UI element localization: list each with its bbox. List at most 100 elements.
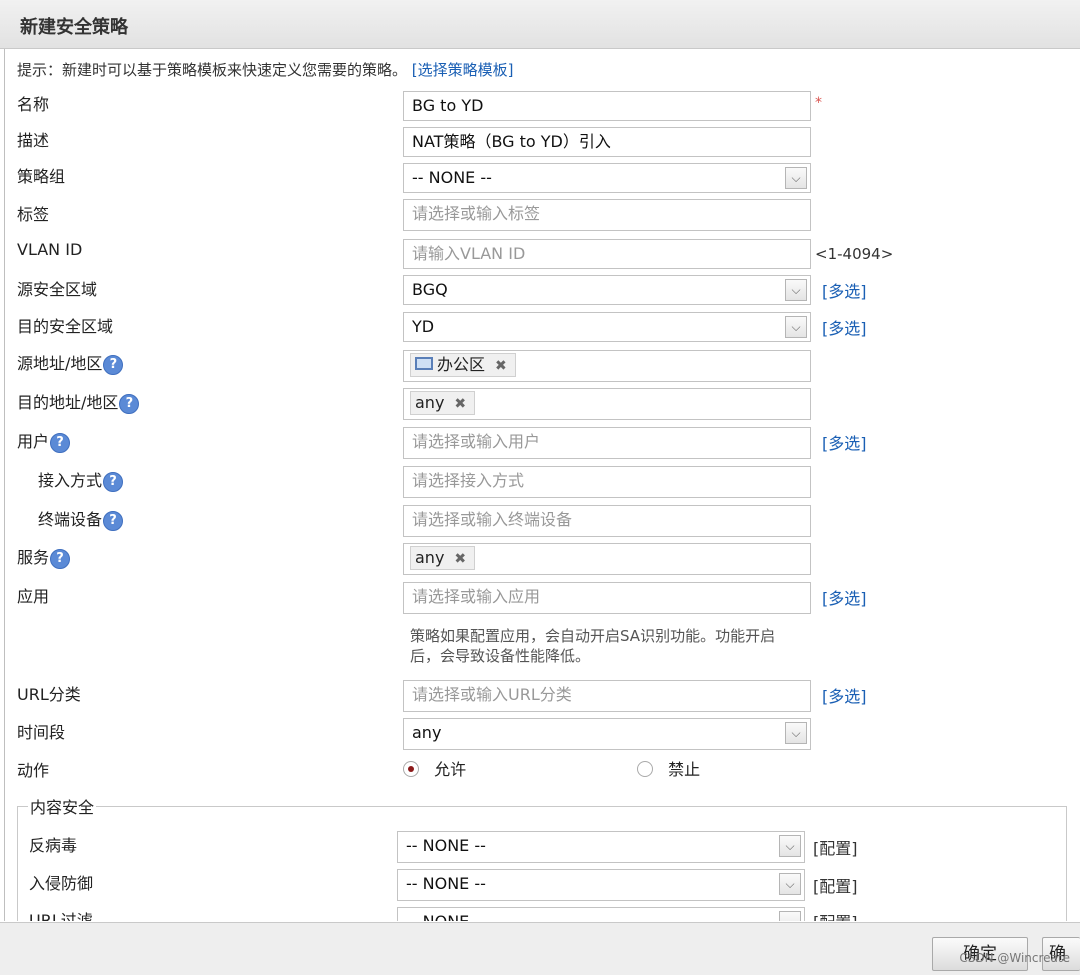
terminal-device-label: 终端设备 bbox=[38, 510, 103, 529]
service-input[interactable]: any ✖ bbox=[403, 543, 811, 575]
src-zone-value: BGQ bbox=[412, 280, 448, 299]
chevron-down-icon[interactable]: ⌵ bbox=[779, 911, 801, 921]
access-method-input[interactable]: 请选择接入方式 bbox=[403, 466, 811, 498]
application-label: 应用 bbox=[17, 587, 50, 606]
url-category-multi-link[interactable]: [多选] bbox=[822, 683, 867, 707]
help-icon[interactable]: ? bbox=[50, 548, 71, 569]
application-multi-link[interactable]: [多选] bbox=[822, 585, 867, 609]
url-category-label: URL分类 bbox=[17, 685, 81, 704]
help-icon[interactable]: ? bbox=[50, 432, 71, 453]
terminal-device-input[interactable]: 请选择或输入终端设备 bbox=[403, 505, 811, 537]
user-multi-link[interactable]: [多选] bbox=[822, 430, 867, 454]
deny-radio[interactable] bbox=[637, 760, 653, 777]
src-zone-select[interactable]: BGQ ⌵ bbox=[403, 275, 811, 305]
src-addr-label-row: 源地址/地区? bbox=[17, 350, 124, 375]
help-icon[interactable]: ? bbox=[119, 393, 140, 414]
application-note-line1: 策略如果配置应用，会自动开启SA识别功能。功能开启 bbox=[410, 627, 776, 645]
service-tag-label: any bbox=[415, 548, 445, 567]
time-range-select[interactable]: any ⌵ bbox=[403, 718, 811, 750]
watermark: CSDN @Wincreate bbox=[959, 951, 1070, 965]
remove-tag-icon[interactable]: ✖ bbox=[454, 551, 466, 567]
application-input[interactable]: 请选择或输入应用 bbox=[403, 582, 811, 614]
chevron-down-icon[interactable]: ⌵ bbox=[785, 279, 807, 301]
dst-zone-select[interactable]: YD ⌵ bbox=[403, 312, 811, 342]
chevron-down-icon[interactable]: ⌵ bbox=[779, 835, 801, 857]
policy-group-value: -- NONE -- bbox=[412, 168, 492, 187]
vlan-range: <1-4094> bbox=[815, 245, 894, 263]
ips-label: 入侵防御 bbox=[29, 874, 94, 893]
src-addr-tag-label: 办公区 bbox=[437, 355, 486, 374]
help-icon[interactable]: ? bbox=[103, 471, 124, 492]
time-range-value: any bbox=[412, 723, 442, 742]
application-note: 策略如果配置应用，会自动开启SA识别功能。功能开启 后，会导致设备性能降低。 bbox=[410, 626, 830, 666]
antivirus-config-link[interactable]: [配置] bbox=[813, 835, 858, 859]
ips-select[interactable]: -- NONE -- ⌵ bbox=[397, 869, 805, 901]
user-input[interactable]: 请选择或输入用户 bbox=[403, 427, 811, 459]
antivirus-select[interactable]: -- NONE -- ⌵ bbox=[397, 831, 805, 863]
service-label: 服务 bbox=[17, 548, 50, 567]
required-mark: * bbox=[815, 95, 822, 111]
help-icon[interactable]: ? bbox=[103, 354, 124, 375]
terminal-device-label-row: 终端设备? bbox=[38, 506, 124, 531]
action-label: 动作 bbox=[17, 761, 50, 780]
policy-group-select[interactable]: -- NONE -- ⌵ bbox=[403, 163, 811, 193]
select-template-link[interactable]: [选择策略模板] bbox=[412, 61, 514, 79]
url-category-input[interactable]: 请选择或输入URL分类 bbox=[403, 680, 811, 712]
src-addr-input[interactable]: 办公区 ✖ bbox=[403, 350, 811, 382]
action-deny-option[interactable]: 禁止 bbox=[637, 756, 700, 780]
help-icon[interactable]: ? bbox=[103, 510, 124, 531]
src-zone-label: 源安全区域 bbox=[17, 280, 98, 299]
time-range-label: 时间段 bbox=[17, 723, 66, 742]
dst-addr-input[interactable]: any ✖ bbox=[403, 388, 811, 420]
ips-value: -- NONE -- bbox=[406, 874, 486, 893]
dialog-titlebar: 新建安全策略 bbox=[0, 0, 1080, 49]
description-input[interactable]: NAT策略（BG to YD）引入 bbox=[403, 127, 811, 157]
url-filter-value: -- NONE -- bbox=[406, 912, 486, 921]
service-tag: any ✖ bbox=[410, 546, 476, 570]
policy-group-label: 策略组 bbox=[17, 167, 66, 186]
hint-line: 提示：新建时可以基于策略模板来快速定义您需要的策略。 [选择策略模板] bbox=[17, 59, 514, 80]
dialog-content: 提示：新建时可以基于策略模板来快速定义您需要的策略。 [选择策略模板] 名称 B… bbox=[4, 49, 1080, 921]
dst-addr-label: 目的地址/地区 bbox=[17, 393, 119, 412]
allow-radio[interactable] bbox=[403, 760, 419, 777]
antivirus-value: -- NONE -- bbox=[406, 836, 486, 855]
allow-label: 允许 bbox=[434, 760, 467, 779]
dst-zone-value: YD bbox=[412, 317, 435, 336]
dst-addr-tag: any ✖ bbox=[410, 391, 476, 415]
dst-addr-tag-label: any bbox=[415, 393, 445, 412]
chevron-down-icon[interactable]: ⌵ bbox=[785, 722, 807, 744]
description-label: 描述 bbox=[17, 131, 50, 150]
remove-tag-icon[interactable]: ✖ bbox=[495, 358, 507, 374]
ips-config-link[interactable]: [配置] bbox=[813, 873, 858, 897]
dialog-footer: 确定 确定 CSDN @Wincreate bbox=[0, 922, 1080, 975]
vlan-label: VLAN ID bbox=[17, 240, 83, 259]
url-filter-config-link[interactable]: [配置] bbox=[813, 909, 858, 921]
service-label-row: 服务? bbox=[17, 544, 71, 569]
chevron-down-icon[interactable]: ⌵ bbox=[785, 167, 807, 189]
vlan-input[interactable]: 请输入VLAN ID bbox=[403, 239, 811, 269]
url-filter-select[interactable]: -- NONE -- ⌵ bbox=[397, 907, 805, 921]
src-zone-multi-link[interactable]: [多选] bbox=[822, 278, 867, 302]
access-method-label-row: 接入方式? bbox=[38, 467, 124, 492]
dst-addr-label-row: 目的地址/地区? bbox=[17, 389, 140, 414]
access-method-label: 接入方式 bbox=[38, 471, 103, 490]
url-filter-label: URL过滤 bbox=[29, 911, 93, 921]
application-note-line2: 后，会导致设备性能降低。 bbox=[410, 647, 591, 665]
user-label: 用户 bbox=[17, 432, 50, 451]
dst-zone-label: 目的安全区域 bbox=[17, 317, 114, 336]
pc-icon bbox=[415, 357, 433, 370]
antivirus-label: 反病毒 bbox=[29, 836, 78, 855]
src-addr-label: 源地址/地区 bbox=[17, 354, 103, 373]
chevron-down-icon[interactable]: ⌵ bbox=[785, 316, 807, 338]
hint-text: 提示：新建时可以基于策略模板来快速定义您需要的策略。 bbox=[17, 61, 408, 79]
chevron-down-icon[interactable]: ⌵ bbox=[779, 873, 801, 895]
tag-input[interactable]: 请选择或输入标签 bbox=[403, 199, 811, 231]
dst-zone-multi-link[interactable]: [多选] bbox=[822, 315, 867, 339]
content-security-legend: 内容安全 bbox=[30, 798, 95, 817]
action-allow-option[interactable]: 允许 bbox=[403, 756, 466, 780]
name-label: 名称 bbox=[17, 95, 50, 114]
src-addr-tag: 办公区 ✖ bbox=[410, 353, 516, 377]
remove-tag-icon[interactable]: ✖ bbox=[454, 396, 466, 412]
name-input[interactable]: BG to YD bbox=[403, 91, 811, 121]
dialog-title: 新建安全策略 bbox=[20, 17, 128, 38]
